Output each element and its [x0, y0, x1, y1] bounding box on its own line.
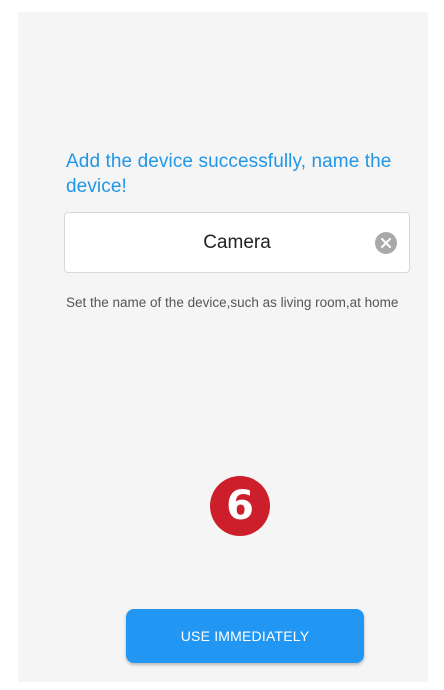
step-badge: 6	[210, 476, 270, 536]
clear-icon[interactable]	[375, 232, 397, 254]
device-naming-screen: Add the device successfully, name the de…	[18, 12, 428, 682]
page-title: Add the device successfully, name the de…	[66, 151, 392, 197]
close-icon	[381, 238, 391, 248]
use-immediately-button[interactable]: USE IMMEDIATELY	[126, 609, 364, 663]
device-name-value: Camera	[203, 232, 271, 253]
device-name-field[interactable]: Camera	[64, 212, 410, 273]
device-name-hint: Set the name of the device,such as livin…	[66, 295, 399, 310]
